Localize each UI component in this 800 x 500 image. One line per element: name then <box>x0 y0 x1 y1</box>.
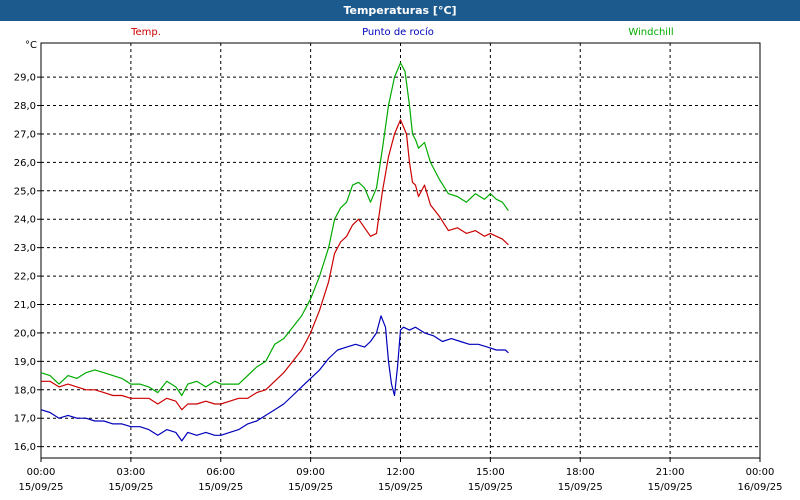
y-axis-unit: °C <box>25 40 37 51</box>
x-tick-label-time: 09:00 <box>296 467 325 478</box>
y-tick-label: 28,0 <box>14 101 36 112</box>
legend-item: Temp. <box>130 27 161 38</box>
x-tick-label-time: 03:00 <box>116 467 145 478</box>
x-tick-label-date: 15/09/25 <box>198 482 243 493</box>
y-tick-label: 16,0 <box>14 442 36 453</box>
y-tick-label: 19,0 <box>14 357 36 368</box>
y-tick-label: 20,0 <box>14 328 36 339</box>
x-tick-label-date: 15/09/25 <box>468 482 513 493</box>
x-tick-label-date: 15/09/25 <box>558 482 603 493</box>
y-tick-label: 23,0 <box>14 243 36 254</box>
legend-item: Punto de rocío <box>362 26 434 38</box>
y-tick-label: 24,0 <box>14 215 36 226</box>
x-tick-label-date: 15/09/25 <box>648 482 693 493</box>
x-tick-label-time: 12:00 <box>386 467 415 478</box>
temperature-chart: 16,0 17,0 18,0 19,0 20,0 21,0 22,0 23,0 24,0 25,0… <box>14 26 783 493</box>
chart-title: Temperaturas [°C] <box>0 0 800 21</box>
x-tick-label-time: 21:00 <box>656 467 685 478</box>
chart-area: 16,0 17,0 18,0 19,0 20,0 21,0 22,0 23,0 24,0 25,0… <box>0 21 800 500</box>
x-tick-label-time: 00:00 <box>27 467 56 478</box>
y-tick-label: 26,0 <box>14 158 36 169</box>
y-tick-label: 27,0 <box>14 129 36 140</box>
x-tick-label-date: 15/09/25 <box>288 482 333 493</box>
legend-item: Windchill <box>628 27 673 38</box>
x-tick-label-date: 16/09/25 <box>738 482 783 493</box>
y-tick-label: 22,0 <box>14 272 36 283</box>
x-tick-label-date: 15/09/25 <box>378 482 423 493</box>
y-tick-label: 17,0 <box>14 414 36 425</box>
x-tick-label-time: 00:00 <box>746 467 775 478</box>
x-tick-label-date: 15/09/25 <box>19 482 64 493</box>
x-tick-label-date: 15/09/25 <box>108 482 153 493</box>
y-tick-label: 25,0 <box>14 186 36 197</box>
x-tick-label-time: 18:00 <box>566 467 595 478</box>
y-tick-label: 21,0 <box>14 300 36 311</box>
x-tick-label-time: 06:00 <box>206 467 235 478</box>
x-tick-label-time: 15:00 <box>476 467 505 478</box>
y-tick-label: 18,0 <box>14 385 36 396</box>
y-tick-label: 29,0 <box>14 73 36 84</box>
